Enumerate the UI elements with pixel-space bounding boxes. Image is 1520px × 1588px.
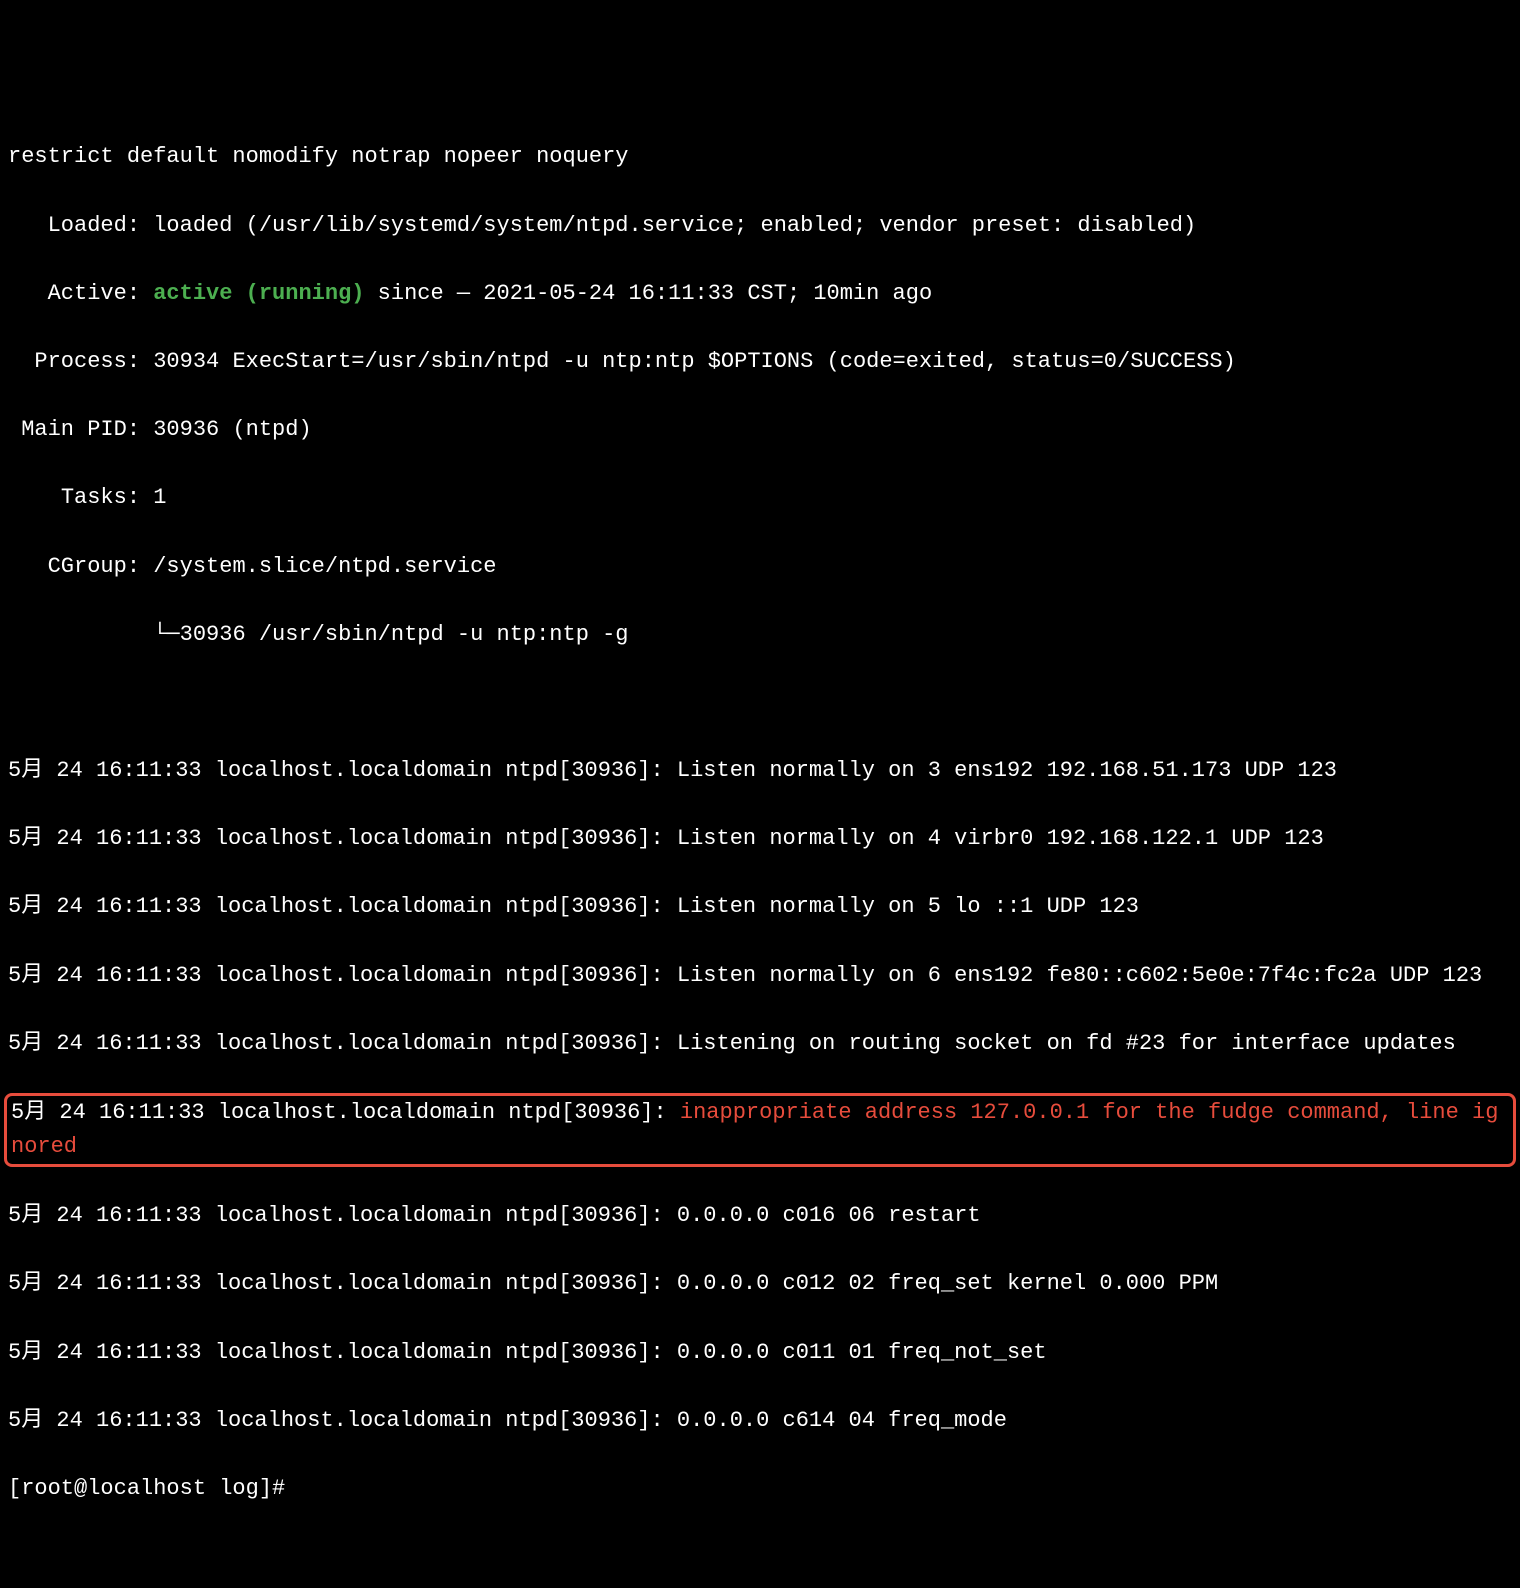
cgroup-child-line: └─30936 /usr/sbin/ntpd -u ntp:ntp -g	[8, 618, 1512, 652]
restrict-line: restrict default nomodify notrap nopeer …	[8, 140, 1512, 174]
process-line: Process: 30934 ExecStart=/usr/sbin/ntpd …	[8, 345, 1512, 379]
tasks-label: Tasks:	[8, 485, 140, 510]
cgroup-label: CGroup:	[8, 554, 140, 579]
process-value: 30934 ExecStart=/usr/sbin/ntpd -u ntp:nt…	[140, 349, 1236, 374]
loaded-line: Loaded: loaded (/usr/lib/systemd/system/…	[8, 209, 1512, 243]
log-line-3: 5月 24 16:11:33 localhost.localdomain ntp…	[8, 890, 1512, 924]
mainpid-label: Main PID:	[8, 417, 140, 442]
shell-prompt[interactable]: [root@localhost log]#	[8, 1472, 1512, 1506]
cgroup-value: /system.slice/ntpd.service	[140, 554, 496, 579]
active-since: since — 2021-05-24 16:11:33 CST; 10min a…	[364, 281, 932, 306]
loaded-label: Loaded:	[8, 213, 140, 238]
tasks-line: Tasks: 1	[8, 481, 1512, 515]
blank-line	[8, 686, 1512, 720]
log-line-1: 5月 24 16:11:33 localhost.localdomain ntp…	[8, 754, 1512, 788]
log-line-6-prefix: 5月 24 16:11:33 localhost.localdomain ntp…	[11, 1100, 680, 1125]
log-line-5: 5月 24 16:11:33 localhost.localdomain ntp…	[8, 1027, 1512, 1061]
log-line-7: 5月 24 16:11:33 localhost.localdomain ntp…	[8, 1199, 1512, 1233]
log-line-10: 5月 24 16:11:33 localhost.localdomain ntp…	[8, 1404, 1512, 1438]
mainpid-line: Main PID: 30936 (ntpd)	[8, 413, 1512, 447]
log-line-6: 5月 24 16:11:33 localhost.localdomain ntp…	[11, 1096, 1509, 1164]
cgroup-line: CGroup: /system.slice/ntpd.service	[8, 550, 1512, 584]
log-line-9: 5月 24 16:11:33 localhost.localdomain ntp…	[8, 1336, 1512, 1370]
tasks-value: 1	[140, 485, 166, 510]
error-highlight-box: 5月 24 16:11:33 localhost.localdomain ntp…	[4, 1093, 1516, 1167]
log-line-4: 5月 24 16:11:33 localhost.localdomain ntp…	[8, 959, 1512, 993]
active-line: Active: active (running) since — 2021-05…	[8, 277, 1512, 311]
active-status: active (running)	[140, 281, 364, 306]
log-line-2: 5月 24 16:11:33 localhost.localdomain ntp…	[8, 822, 1512, 856]
process-label: Process:	[8, 349, 140, 374]
log-line-8: 5月 24 16:11:33 localhost.localdomain ntp…	[8, 1267, 1512, 1301]
active-label: Active:	[8, 281, 140, 306]
mainpid-value: 30936 (ntpd)	[140, 417, 312, 442]
loaded-value: loaded (/usr/lib/systemd/system/ntpd.ser…	[140, 213, 1196, 238]
